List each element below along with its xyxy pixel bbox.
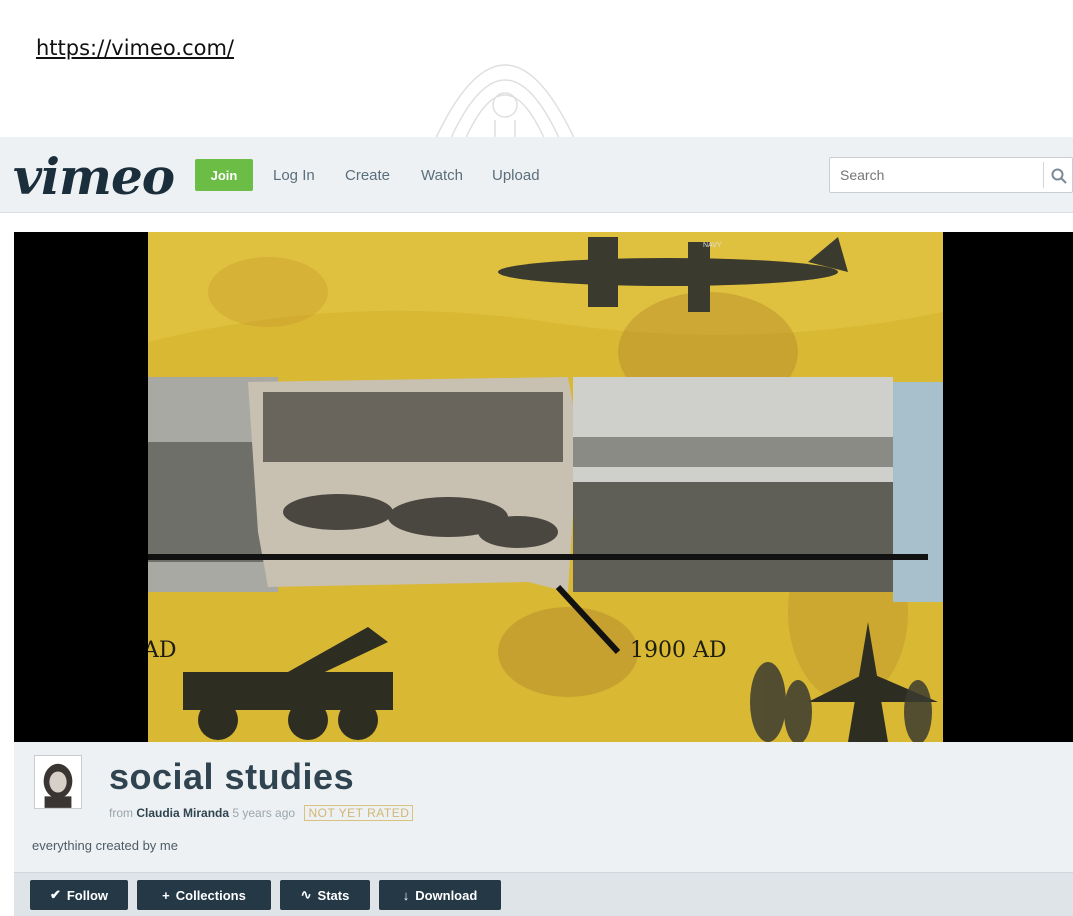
from-label: from [109,806,133,820]
search-icon[interactable] [1050,167,1068,185]
download-button[interactable]: ↓ Download [379,880,501,910]
search-divider [1043,162,1044,188]
download-label: Download [415,887,478,903]
page-url-link[interactable]: https://vimeo.com/ [36,36,234,60]
video-meta: from Claudia Miranda 5 years ago NOT YET… [109,805,414,821]
vimeo-page: vimeo Join Log In Create Watch Upload Se… [0,137,1073,916]
video-overlay-text-left: AD [148,638,177,663]
stats-label: Stats [317,887,350,903]
plane-marking: NAVY [703,242,722,249]
video-player[interactable]: NAVY AD 1900 AD [14,232,1073,742]
nav-login[interactable]: Log In [273,167,315,184]
video-title: social studies [109,756,355,797]
video-frame: NAVY AD 1900 AD [148,232,943,742]
follow-label: Follow [66,887,109,903]
avatar[interactable] [34,755,82,809]
upload-time: 5 years ago [232,806,296,820]
nav-create[interactable]: Create [345,167,390,184]
search-input[interactable] [830,158,1060,192]
search-box [829,157,1073,193]
video-info-panel: social studies from Claudia Miranda 5 ye… [14,742,1073,916]
check-icon: ✔ [49,887,61,902]
join-button[interactable]: Join [195,159,253,191]
site-header: vimeo Join Log In Create Watch Upload [0,137,1073,213]
collections-button[interactable]: + Collections [137,880,271,910]
follow-button[interactable]: ✔ Follow [30,880,128,910]
plus-icon: + [162,887,170,903]
collections-label: Collections [175,887,246,903]
video-overlay-text-right: 1900 AD [630,638,727,663]
vimeo-logo[interactable]: vimeo [13,147,175,206]
video-description: everything created by me [32,838,178,853]
stats-button[interactable]: ∿ Stats [280,880,370,910]
stats-icon: ∿ [300,887,312,902]
nav-watch[interactable]: Watch [421,167,463,184]
action-toolbar: ✔ Follow + Collections ∿ Stats ↓ Downloa… [14,872,1073,916]
rating-badge: NOT YET RATED [304,805,414,821]
download-arrow-icon: ↓ [402,887,410,903]
author-link[interactable]: Claudia Miranda [136,806,229,820]
nav-upload[interactable]: Upload [492,167,540,184]
